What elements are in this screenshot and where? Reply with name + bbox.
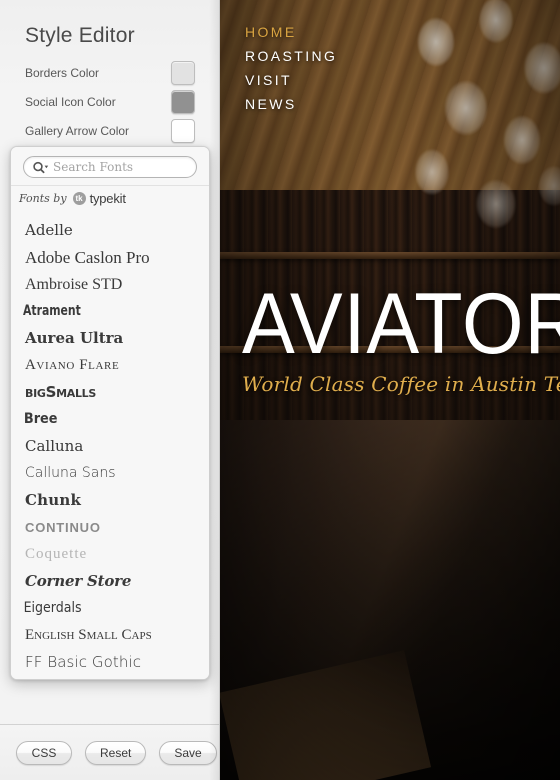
save-button[interactable]: Save <box>159 740 217 765</box>
font-list[interactable]: Adelle Adobe Caslon Pro Ambroise STD Atr… <box>11 211 209 679</box>
editor-footer: CSS Reset Save <box>0 724 219 780</box>
property-label: Borders Color <box>25 66 100 80</box>
nav-item-news[interactable]: NEWS <box>245 92 337 116</box>
font-list-item[interactable]: FF Basic Gothic <box>11 649 209 676</box>
site-navigation: HOME ROASTING VISIT NEWS <box>245 20 337 116</box>
font-list-item[interactable]: Aviano Flare <box>11 352 209 379</box>
font-list-item[interactable]: Chunk <box>11 487 209 514</box>
color-swatch-borders[interactable] <box>171 61 195 85</box>
search-input[interactable] <box>53 160 203 174</box>
chair-bottom-left <box>220 650 432 780</box>
font-search-area <box>11 147 209 185</box>
font-list-item[interactable]: Atrament <box>11 298 181 325</box>
font-search-field[interactable] <box>23 156 203 178</box>
font-list-item[interactable]: Coquette <box>11 541 209 568</box>
hero-title: AVIATOR <box>242 276 560 372</box>
site-preview: HOME ROASTING VISIT NEWS AVIATOR World C… <box>220 0 560 780</box>
font-list-item[interactable]: Continuo <box>11 514 209 541</box>
typekit-brand-label: typekit <box>89 191 126 206</box>
property-label: Social Icon Color <box>25 95 116 109</box>
nav-item-roasting[interactable]: ROASTING <box>245 44 337 68</box>
cafe-interior <box>220 420 560 780</box>
hero-block: AVIATOR World Class Coffee in Austin Tex… <box>242 276 560 396</box>
search-icon[interactable] <box>32 161 49 174</box>
font-list-item[interactable]: bigSmalls <box>11 379 209 406</box>
color-swatch-social-icon[interactable] <box>171 90 195 114</box>
font-picker-dropdown: Fonts by tk typekit Adelle Adobe Caslon … <box>10 146 210 680</box>
font-list-item[interactable]: Adobe Caslon Pro <box>11 244 209 271</box>
font-list-item[interactable]: English Small Caps <box>11 622 209 649</box>
property-row-social-icon-color: Social Icon Color <box>25 89 195 115</box>
page-title: Style Editor <box>25 24 135 47</box>
style-editor-panel: Style Editor Borders Color Social Icon C… <box>0 0 220 780</box>
app-window: HOME ROASTING VISIT NEWS AVIATOR World C… <box>0 0 560 780</box>
font-list-item[interactable]: Adelle <box>11 217 209 244</box>
font-list-item[interactable]: Aurea Ultra <box>11 325 209 352</box>
property-row-gallery-arrow-color: Gallery Arrow Color <box>25 118 195 144</box>
reset-button[interactable]: Reset <box>85 740 147 765</box>
typekit-prefix-label: Fonts by <box>19 192 67 205</box>
font-list-item[interactable]: Calluna Sans <box>11 460 209 487</box>
font-list-item[interactable]: Eigerdals <box>11 595 189 622</box>
font-list-item[interactable]: Corner Store <box>11 568 209 595</box>
hero-tagline: World Class Coffee in Austin Texas <box>242 372 560 396</box>
property-label: Gallery Arrow Color <box>25 124 130 138</box>
property-row-borders-color: Borders Color <box>25 60 195 86</box>
font-list-item[interactable]: Ambroise STD <box>11 271 209 298</box>
css-button[interactable]: CSS <box>16 740 72 765</box>
font-list-item[interactable]: Calluna <box>11 433 209 460</box>
chandelier-lights <box>404 0 560 270</box>
nav-item-home[interactable]: HOME <box>245 20 337 44</box>
typekit-attribution: Fonts by tk typekit <box>11 185 209 211</box>
color-swatch-gallery-arrow[interactable] <box>171 119 195 143</box>
font-list-item[interactable]: Bree <box>11 406 193 433</box>
typekit-logo-icon: tk <box>72 192 86 205</box>
nav-item-visit[interactable]: VISIT <box>245 68 337 92</box>
